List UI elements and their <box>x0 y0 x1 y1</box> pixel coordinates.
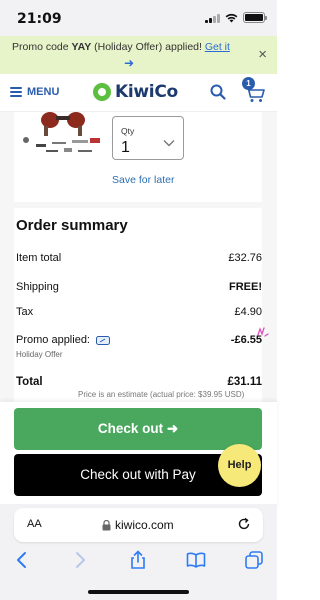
kiwi-logo-icon <box>93 83 111 101</box>
shipping-row: Shipping FREE! <box>16 281 262 293</box>
status-time: 21:09 <box>17 11 62 27</box>
quantity-select[interactable]: Qty 1 <box>112 116 184 160</box>
back-icon[interactable] <box>12 550 32 570</box>
qty-value: 1 <box>121 139 130 156</box>
tax-label: Tax <box>16 306 34 318</box>
item-total-row: Item total £32.76 <box>16 252 262 264</box>
close-icon[interactable]: × <box>258 46 267 63</box>
sparkle-icon <box>257 327 269 337</box>
cart-content: Qty 1 Save for later Order summary Item … <box>0 112 277 404</box>
item-total-label: Item total <box>16 252 62 264</box>
total-label: Total <box>16 376 43 388</box>
promo-banner: Promo code YAY (Holiday Offer) applied! … <box>0 36 277 74</box>
logo-text: KiwiCo <box>115 82 178 102</box>
address-bar[interactable]: AA kiwico.com <box>14 508 263 542</box>
tax-value: £4.90 <box>234 306 262 318</box>
wifi-icon <box>225 13 238 22</box>
item-total-value: £32.76 <box>228 252 262 264</box>
cart-count-badge: 1 <box>242 77 255 90</box>
promo-row: Promo applied: -£6.55 <box>16 334 262 346</box>
kiwico-logo[interactable]: KiwiCo <box>93 82 178 102</box>
battery-icon <box>243 12 267 23</box>
menu-button[interactable]: MENU <box>10 86 59 98</box>
total-value: £31.11 <box>227 376 262 388</box>
cellular-signal-icon <box>205 13 220 23</box>
promo-applied-label: Promo applied: <box>16 334 90 346</box>
browser-toolbar <box>0 546 277 600</box>
promo-prefix: Promo code <box>12 41 69 53</box>
save-for-later-link[interactable]: Save for later <box>112 174 174 186</box>
promo-message: Promo code YAY (Holiday Offer) applied! … <box>12 41 230 53</box>
reload-icon[interactable] <box>237 517 251 531</box>
browser-address-area: AA kiwico.com <box>0 504 277 546</box>
promo-get-it-link[interactable]: Get it <box>205 41 230 53</box>
site-header: MENU KiwiCo 1 <box>0 74 277 112</box>
share-icon[interactable] <box>128 550 148 570</box>
total-row: Total £31.11 <box>16 376 262 388</box>
status-icons <box>205 12 267 23</box>
order-summary: Order summary Item total £32.76 Shipping… <box>14 208 262 404</box>
promo-code: YAY <box>71 41 92 53</box>
product-image[interactable] <box>16 112 106 162</box>
status-bar: 21:09 <box>0 0 277 36</box>
checkout-button[interactable]: Check out ➜ <box>14 408 262 450</box>
price-estimate-note: Price is an estimate (actual price: $39.… <box>78 390 245 399</box>
promo-tag-icon <box>96 335 111 345</box>
tabs-icon[interactable] <box>244 550 264 570</box>
shipping-label: Shipping <box>16 281 59 293</box>
tax-row: Tax £4.90 <box>16 306 262 318</box>
reader-settings-button[interactable]: AA <box>27 518 42 530</box>
home-indicator <box>88 590 189 594</box>
chevron-down-icon <box>163 140 175 147</box>
url-display[interactable]: kiwico.com <box>102 518 174 532</box>
arrow-right-icon[interactable]: ➜ <box>124 56 134 70</box>
cart-item: Qty 1 Save for later <box>14 112 262 202</box>
lock-icon <box>102 519 111 530</box>
shipping-value: FREE! <box>229 281 262 293</box>
promo-suffix: (Holiday Offer) applied! <box>94 41 202 53</box>
hamburger-icon <box>10 87 22 97</box>
help-button[interactable]: Help <box>218 444 261 487</box>
promo-note: Holiday Offer <box>16 350 63 359</box>
search-icon[interactable] <box>210 84 226 100</box>
qty-label: Qty <box>121 126 135 136</box>
url-text: kiwico.com <box>115 518 174 532</box>
order-summary-title: Order summary <box>16 217 128 234</box>
menu-label: MENU <box>27 86 60 98</box>
bookmarks-icon[interactable] <box>186 550 206 570</box>
forward-icon[interactable] <box>70 550 90 570</box>
